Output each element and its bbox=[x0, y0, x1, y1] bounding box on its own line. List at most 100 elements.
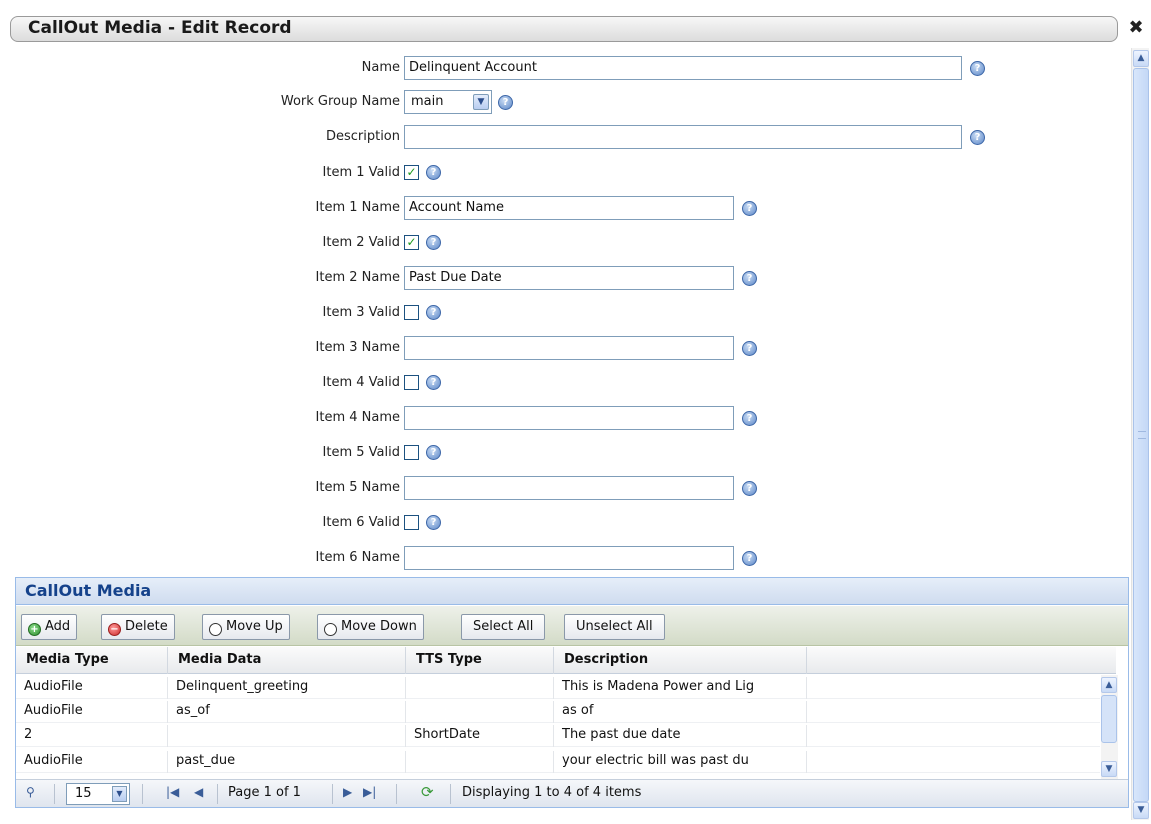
panel-title: CallOut Media bbox=[16, 578, 1128, 605]
item-5-name-row: Item 5 Name ? bbox=[0, 476, 1128, 502]
form-scrollbar[interactable]: ▲ ▼ bbox=[1131, 48, 1149, 820]
description-label: Description bbox=[325, 129, 400, 144]
grid-body: AudioFile Delinquent_greeting This is Ma… bbox=[16, 675, 1100, 779]
item-6-name-label: Item 6 Name bbox=[315, 550, 400, 565]
scroll-down-icon[interactable]: ▼ bbox=[1101, 761, 1117, 777]
name-help-icon[interactable]: ? bbox=[970, 61, 985, 76]
next-page-icon[interactable]: ▶ bbox=[343, 785, 352, 799]
chevron-down-icon[interactable]: ▼ bbox=[112, 786, 127, 802]
select-all-button[interactable]: Select All bbox=[461, 614, 546, 640]
delete-button-label: Delete bbox=[125, 619, 168, 634]
scroll-down-icon[interactable]: ▼ bbox=[1133, 802, 1149, 819]
scroll-up-icon[interactable]: ▲ bbox=[1101, 677, 1117, 693]
item-2-valid-help-icon[interactable]: ? bbox=[426, 235, 441, 250]
item-4-name-row: Item 4 Name ? bbox=[0, 406, 1128, 432]
cell-tts-type bbox=[406, 677, 554, 699]
divider bbox=[396, 784, 397, 804]
delete-button[interactable]: − Delete bbox=[101, 614, 175, 640]
item-2-name-row: Item 2 Name Past Due Date ? bbox=[0, 266, 1128, 292]
item-1-valid-checkbox[interactable]: ✓ bbox=[404, 165, 419, 180]
table-row[interactable]: AudioFile past_due your electric bill wa… bbox=[16, 751, 1100, 773]
cell-media-type: 2 bbox=[16, 725, 168, 747]
item-2-name-label: Item 2 Name bbox=[315, 270, 400, 285]
cell-description: as of bbox=[554, 701, 807, 723]
work-group-row: Work Group Name main ▼ ? bbox=[0, 90, 1128, 116]
table-row[interactable]: AudioFile Delinquent_greeting This is Ma… bbox=[16, 677, 1100, 699]
item-4-valid-help-icon[interactable]: ? bbox=[426, 375, 441, 390]
divider bbox=[450, 784, 451, 804]
column-header-media-data[interactable]: Media Data bbox=[168, 647, 406, 674]
column-header-media-type[interactable]: Media Type bbox=[16, 647, 168, 674]
item-6-name-help-icon[interactable]: ? bbox=[742, 551, 757, 566]
item-5-valid-help-icon[interactable]: ? bbox=[426, 445, 441, 460]
name-field[interactable]: Delinquent Account bbox=[404, 56, 962, 80]
page-indicator: Page 1 of 1 bbox=[228, 785, 301, 800]
item-2-name-help-icon[interactable]: ? bbox=[742, 271, 757, 286]
add-button-label: Add bbox=[45, 619, 71, 634]
cell-media-data: as_of bbox=[168, 701, 406, 723]
item-6-valid-checkbox[interactable] bbox=[404, 515, 419, 530]
window-title: CallOut Media - Edit Record bbox=[28, 18, 292, 38]
work-group-help-icon[interactable]: ? bbox=[498, 95, 513, 110]
arrow-down-icon: ↓ bbox=[324, 623, 337, 636]
item-1-name-field[interactable]: Account Name bbox=[404, 196, 734, 220]
item-2-valid-label: Item 2 Valid bbox=[322, 235, 400, 250]
item-3-valid-label: Item 3 Valid bbox=[322, 305, 400, 320]
item-1-name-row: Item 1 Name Account Name ? bbox=[0, 196, 1128, 222]
cell-media-data: past_due bbox=[168, 751, 406, 773]
item-5-valid-checkbox[interactable] bbox=[404, 445, 419, 460]
add-button[interactable]: + Add bbox=[21, 614, 78, 640]
item-6-valid-help-icon[interactable]: ? bbox=[426, 515, 441, 530]
column-header-tts-type[interactable]: TTS Type bbox=[406, 647, 554, 674]
cell-tts-type bbox=[406, 701, 554, 723]
item-4-valid-label: Item 4 Valid bbox=[322, 375, 400, 390]
item-5-name-label: Item 5 Name bbox=[315, 480, 400, 495]
page-size-select[interactable]: 15 ▼ bbox=[66, 783, 130, 805]
description-help-icon[interactable]: ? bbox=[970, 130, 985, 145]
cell-media-data: Delinquent_greeting bbox=[168, 677, 406, 699]
item-1-valid-help-icon[interactable]: ? bbox=[426, 165, 441, 180]
close-icon[interactable]: ✖ bbox=[1127, 17, 1145, 39]
grid-scrollbar-thumb[interactable] bbox=[1101, 695, 1117, 743]
move-down-button[interactable]: ↓ Move Down bbox=[317, 614, 424, 640]
description-field[interactable] bbox=[404, 125, 962, 149]
grip-icon bbox=[1138, 431, 1146, 439]
last-page-icon[interactable]: ▶| bbox=[363, 785, 376, 799]
item-4-name-label: Item 4 Name bbox=[315, 410, 400, 425]
cell-tts-type bbox=[406, 751, 554, 773]
form-scrollbar-thumb[interactable] bbox=[1133, 68, 1149, 802]
window-title-bar: CallOut Media - Edit Record ✖ bbox=[0, 0, 1151, 42]
item-3-name-help-icon[interactable]: ? bbox=[742, 341, 757, 356]
item-3-name-field[interactable] bbox=[404, 336, 734, 360]
scroll-up-icon[interactable]: ▲ bbox=[1133, 50, 1149, 67]
item-3-valid-help-icon[interactable]: ? bbox=[426, 305, 441, 320]
item-6-name-field[interactable] bbox=[404, 546, 734, 570]
work-group-select[interactable]: main ▼ bbox=[404, 90, 492, 114]
item-4-name-help-icon[interactable]: ? bbox=[742, 411, 757, 426]
display-info: Displaying 1 to 4 of 4 items bbox=[462, 785, 642, 800]
first-page-icon[interactable]: |◀ bbox=[166, 785, 179, 799]
unselect-all-button[interactable]: Unselect All bbox=[564, 614, 665, 640]
grid-scrollbar[interactable]: ▲ ▼ bbox=[1101, 675, 1118, 779]
divider bbox=[54, 784, 55, 804]
search-icon[interactable]: ⚲ bbox=[26, 785, 35, 799]
item-4-name-field[interactable] bbox=[404, 406, 734, 430]
divider bbox=[142, 784, 143, 804]
item-4-valid-checkbox[interactable] bbox=[404, 375, 419, 390]
item-2-name-field[interactable]: Past Due Date bbox=[404, 266, 734, 290]
move-up-button[interactable]: ↑ Move Up bbox=[202, 614, 290, 640]
item-3-valid-checkbox[interactable] bbox=[404, 305, 419, 320]
table-row[interactable]: 2 ShortDate The past due date bbox=[16, 725, 1100, 747]
work-group-label: Work Group Name bbox=[280, 94, 400, 109]
chevron-down-icon[interactable]: ▼ bbox=[473, 94, 489, 110]
item-5-name-help-icon[interactable]: ? bbox=[742, 481, 757, 496]
column-header-description[interactable]: Description bbox=[554, 647, 807, 674]
item-1-name-help-icon[interactable]: ? bbox=[742, 201, 757, 216]
refresh-icon[interactable]: ⟳ bbox=[421, 783, 434, 801]
move-down-button-label: Move Down bbox=[341, 619, 417, 634]
arrow-up-icon: ↑ bbox=[209, 623, 222, 636]
item-2-valid-checkbox[interactable]: ✓ bbox=[404, 235, 419, 250]
item-5-name-field[interactable] bbox=[404, 476, 734, 500]
prev-page-icon[interactable]: ◀ bbox=[194, 785, 203, 799]
table-row[interactable]: AudioFile as_of as of bbox=[16, 701, 1100, 723]
